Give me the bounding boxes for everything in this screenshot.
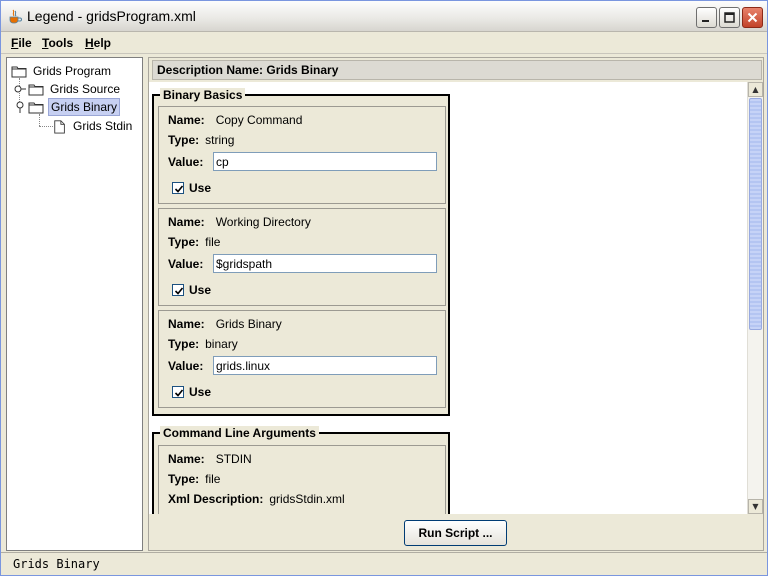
use-checkbox[interactable] xyxy=(172,386,184,398)
arrow-up-icon: ▲ xyxy=(752,85,759,94)
name-label: Name: xyxy=(168,113,205,127)
checkmark-icon xyxy=(174,287,184,295)
group-title: Command Line Arguments xyxy=(160,426,319,440)
arrow-down-icon: ▼ xyxy=(752,502,759,511)
status-text: Grids Binary xyxy=(13,557,100,571)
type-label: Type: xyxy=(168,472,200,486)
type-label: Type: xyxy=(168,133,200,147)
maximize-button[interactable] xyxy=(719,7,740,28)
close-button[interactable] xyxy=(742,7,763,28)
param-type: file xyxy=(205,235,221,249)
checkmark-icon xyxy=(174,389,184,397)
param-name: STDIN xyxy=(215,452,252,466)
collapsed-handle-icon[interactable] xyxy=(14,83,26,95)
value-input[interactable] xyxy=(213,254,437,273)
file-icon xyxy=(54,120,65,134)
param-panel: Name: STDIN Type: file Xml Description: gri… xyxy=(158,445,446,514)
use-checkbox-row[interactable]: Use xyxy=(172,181,211,195)
tree-node-grids-binary[interactable]: Grids Binary xyxy=(14,98,121,116)
param-name: Working Directory xyxy=(215,215,311,229)
description-header: Description Name: Grids Binary xyxy=(152,60,762,80)
maximize-icon xyxy=(724,12,735,23)
application-window: Legend - gridsProgram.xml File Tools Hel… xyxy=(0,0,768,576)
status-bar: Grids Binary xyxy=(1,552,767,575)
xml-description-label: Xml Description: xyxy=(168,492,264,506)
xml-description-value: gridsStdin.xml xyxy=(269,492,345,506)
menu-file[interactable]: File xyxy=(11,36,32,50)
title-bar[interactable]: Legend - gridsProgram.xml xyxy=(1,1,767,32)
menu-bar: File Tools Help xyxy=(1,32,767,54)
menu-tools[interactable]: Tools xyxy=(42,36,73,50)
group-command-line-arguments: Command Line Arguments Name: STDIN Type: f… xyxy=(152,426,450,514)
parameters-scroll-area[interactable]: Binary Basics Name: Copy Command Type: str… xyxy=(149,82,763,514)
folder-icon xyxy=(11,66,27,78)
scroll-thumb[interactable] xyxy=(749,98,762,330)
group-binary-basics: Binary Basics Name: Copy Command Type: str… xyxy=(152,88,450,416)
tree-label-grids-binary: Grids Binary xyxy=(48,98,121,116)
type-label: Type: xyxy=(168,235,200,249)
folder-icon xyxy=(28,102,44,114)
close-icon xyxy=(747,12,758,23)
tree-label-grids-source: Grids Source xyxy=(50,82,121,96)
tree-label-root: Grids Program xyxy=(33,64,112,78)
use-label: Use xyxy=(189,385,212,399)
expanded-handle-icon[interactable] xyxy=(14,101,26,113)
value-label: Value: xyxy=(168,359,204,373)
tree-node-grids-stdin[interactable]: Grids Stdin xyxy=(53,117,134,135)
value-input[interactable] xyxy=(213,356,437,375)
tree-node-root[interactable]: Grids Program xyxy=(11,62,113,80)
scroll-up-button[interactable]: ▲ xyxy=(748,82,763,97)
name-label: Name: xyxy=(168,317,205,331)
tree-label-grids-stdin: Grids Stdin xyxy=(73,119,133,133)
checkmark-icon xyxy=(174,185,184,193)
param-name: Grids Binary xyxy=(215,317,282,331)
group-title: Binary Basics xyxy=(160,88,246,102)
type-label: Type: xyxy=(168,337,200,351)
use-label: Use xyxy=(189,181,212,195)
use-label: Use xyxy=(189,283,212,297)
menu-help[interactable]: Help xyxy=(85,36,111,50)
param-type: string xyxy=(205,133,235,147)
param-panel: Name: Copy Command Type: string Value: Use xyxy=(158,106,446,204)
use-checkbox[interactable] xyxy=(172,284,184,296)
java-cup-icon xyxy=(7,8,23,24)
param-panel: Name: Grids Binary Type: binary Value: Use xyxy=(158,310,446,408)
name-label: Name: xyxy=(168,452,205,466)
value-input[interactable] xyxy=(213,152,437,171)
program-tree[interactable]: Grids Program Grids Source Grids Binary … xyxy=(6,57,143,551)
param-type: binary xyxy=(205,337,238,351)
vertical-scrollbar[interactable]: ▲ ▼ xyxy=(747,82,763,514)
minimize-button[interactable] xyxy=(696,7,717,28)
run-script-button[interactable]: Run Script ... xyxy=(404,520,507,546)
value-label: Value: xyxy=(168,257,204,271)
name-label: Name: xyxy=(168,215,205,229)
param-panel: Name: Working Directory Type: file Value: … xyxy=(158,208,446,306)
tree-connector xyxy=(39,126,53,127)
param-name: Copy Command xyxy=(215,113,303,127)
value-label: Value: xyxy=(168,155,204,169)
tree-node-grids-source[interactable]: Grids Source xyxy=(14,80,122,98)
use-checkbox-row[interactable]: Use xyxy=(172,283,211,297)
use-checkbox[interactable] xyxy=(172,182,184,194)
use-checkbox-row[interactable]: Use xyxy=(172,385,211,399)
window-title: Legend - gridsProgram.xml xyxy=(27,8,196,24)
param-type: file xyxy=(205,472,221,486)
description-title: Description Name: Grids Binary xyxy=(157,63,339,77)
minimize-icon xyxy=(702,20,709,22)
scroll-down-button[interactable]: ▼ xyxy=(748,499,763,514)
description-pane: Description Name: Grids Binary Binary Ba… xyxy=(148,57,764,551)
folder-icon xyxy=(28,84,44,96)
